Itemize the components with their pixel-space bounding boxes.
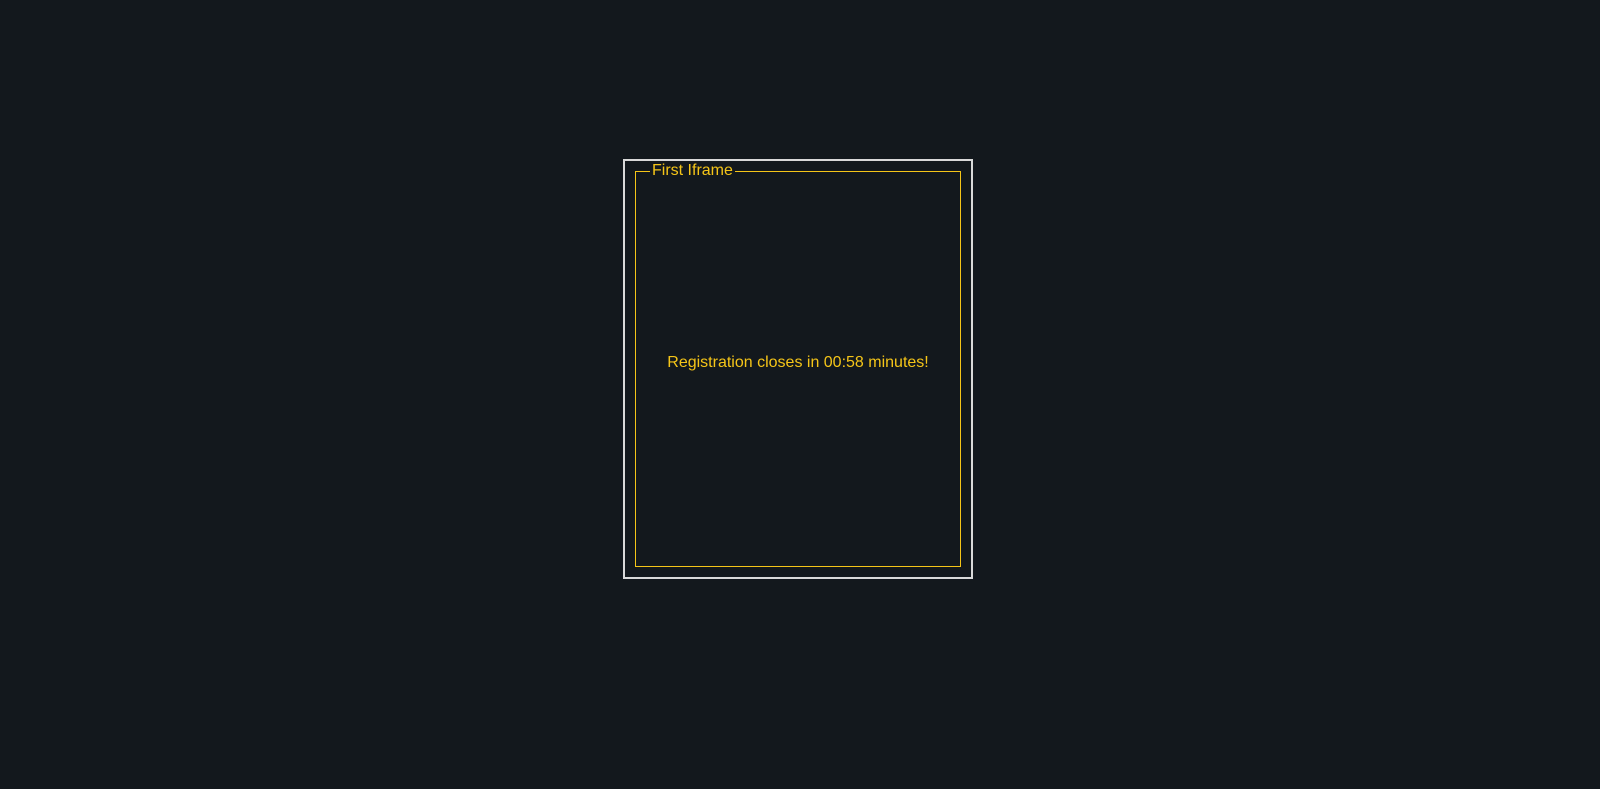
registration-countdown-message: Registration closes in 00:58 minutes! [667,354,929,371]
iframe-fieldset: First Iframe Registration closes in 00:5… [635,162,961,567]
first-iframe[interactable]: First Iframe Registration closes in 00:5… [623,159,973,579]
page: First Iframe Registration closes in 00:5… [0,0,1600,789]
iframe-legend: First Iframe [650,162,735,180]
